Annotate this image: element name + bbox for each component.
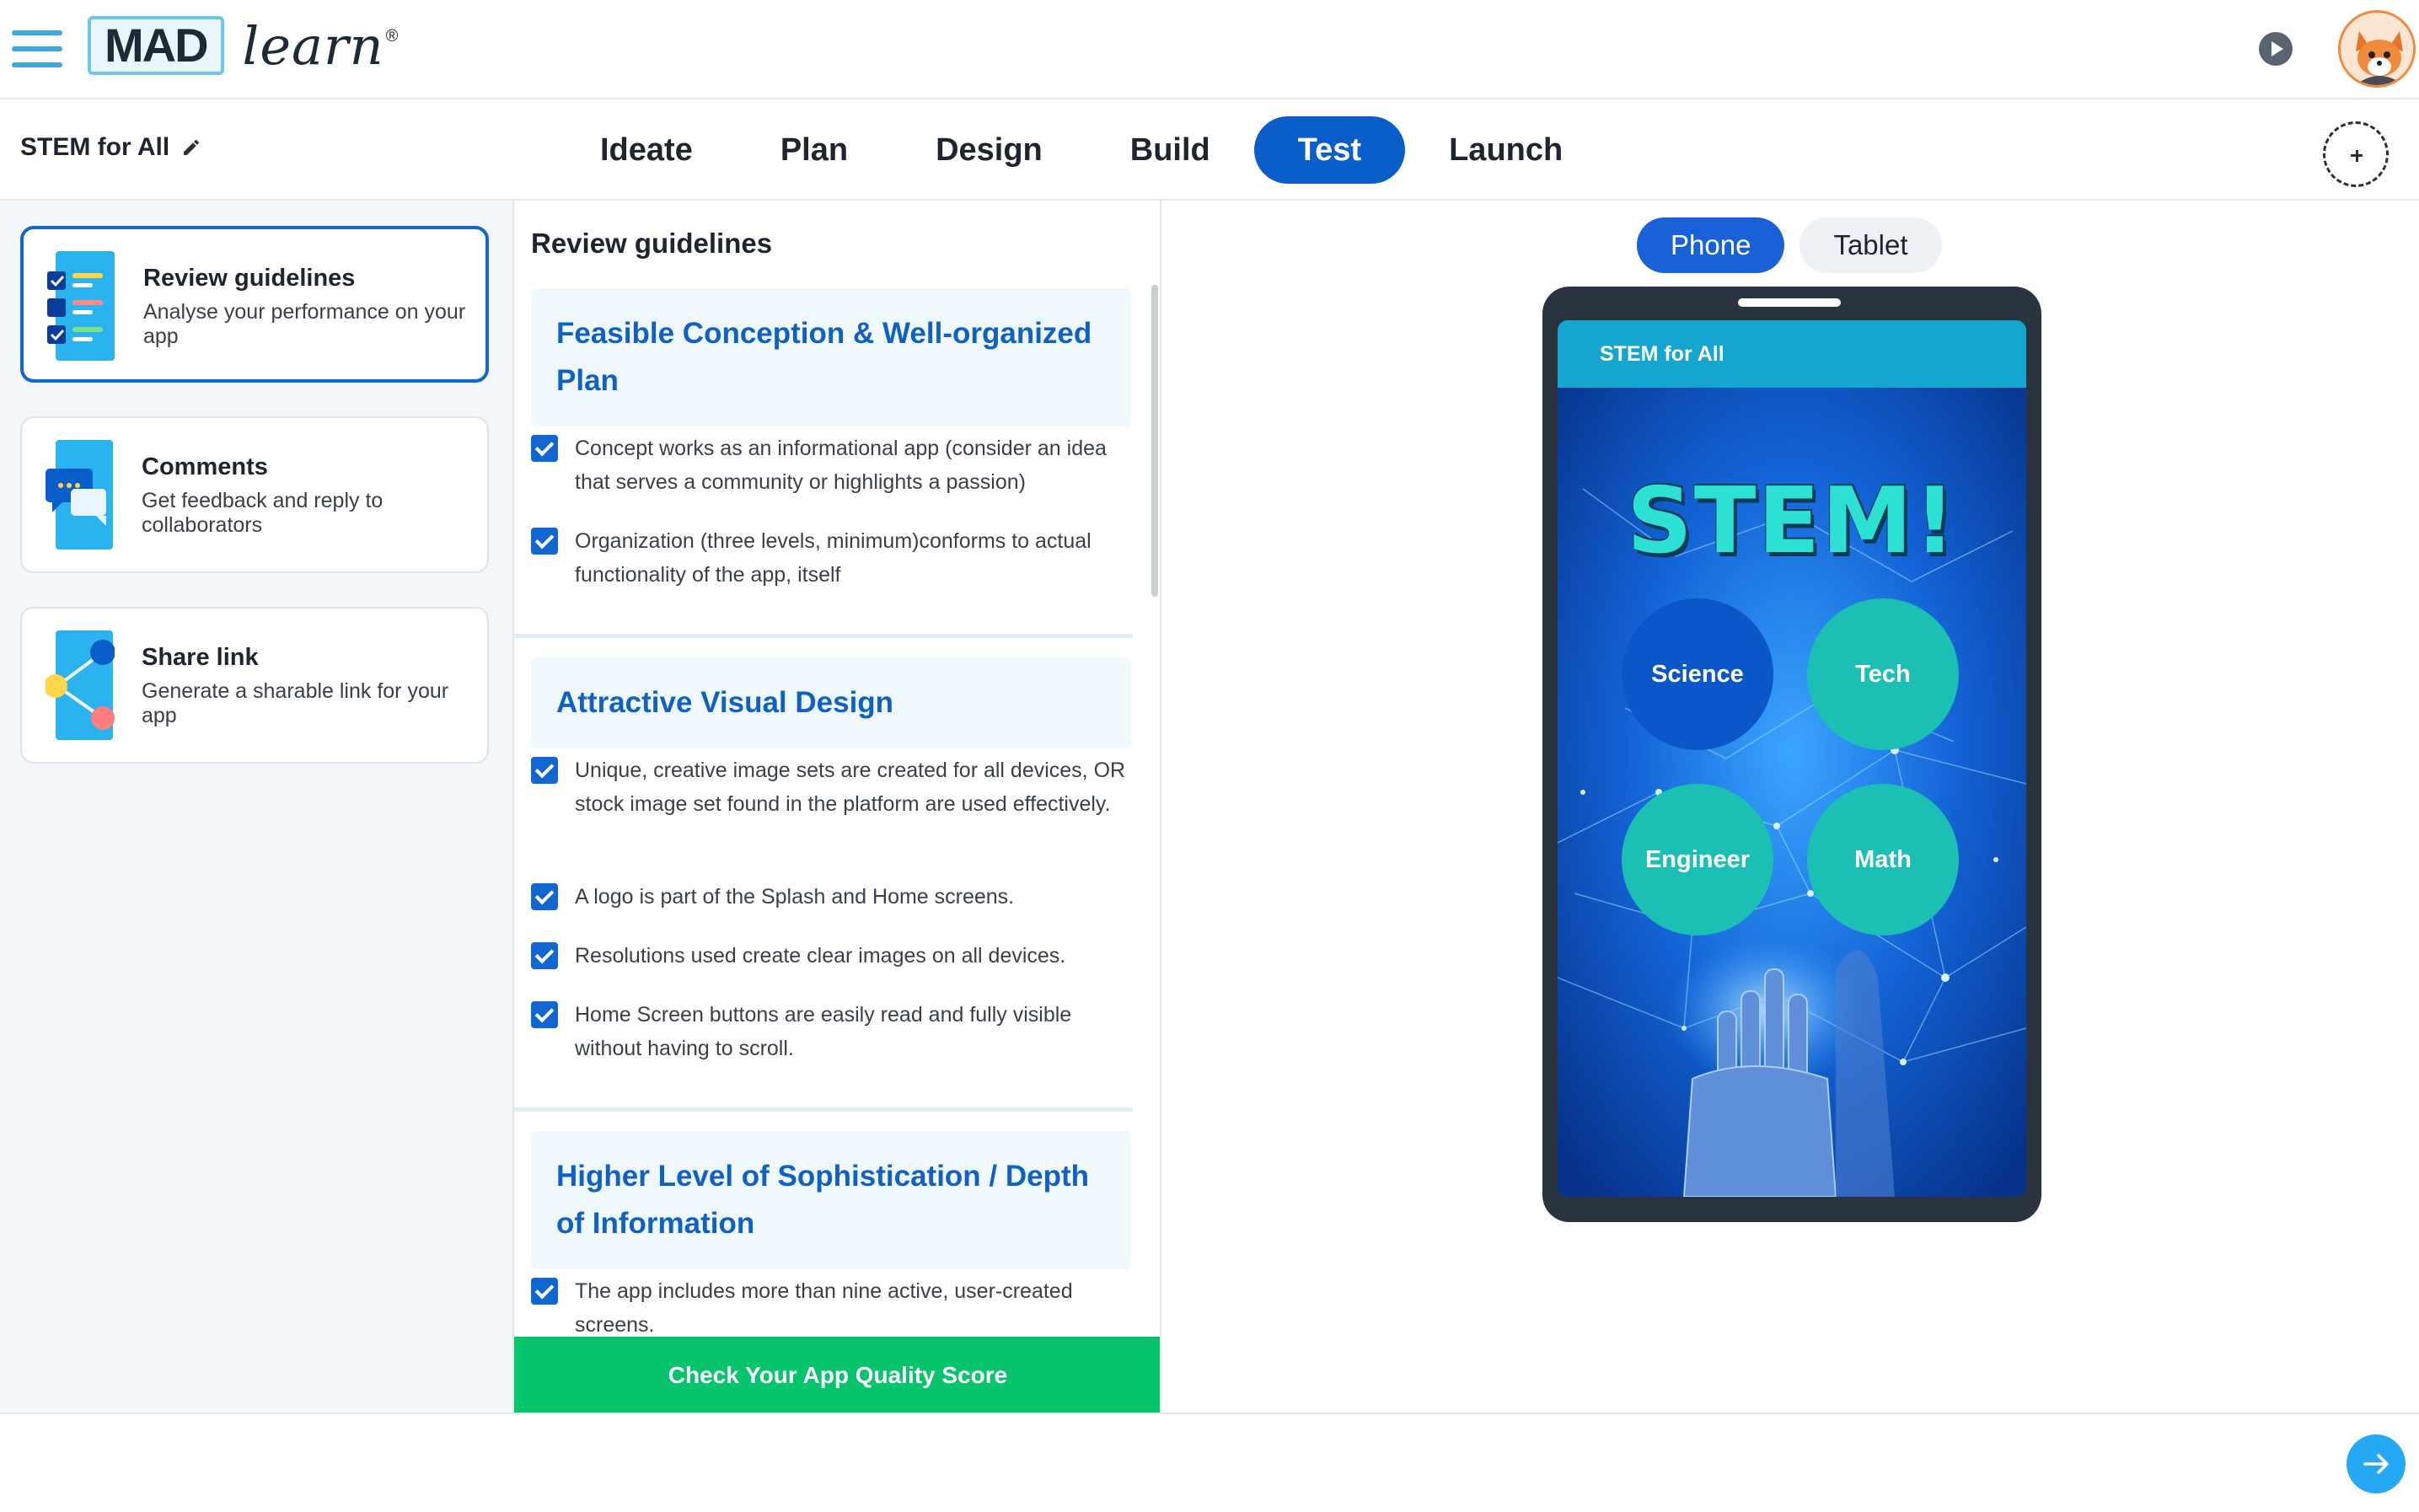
card-title: Review guidelines — [143, 265, 356, 292]
panel-heading: Review guidelines — [531, 228, 773, 259]
app-header: STEM for All — [1558, 320, 2026, 388]
bottom-bar — [0, 1413, 2419, 1512]
section-divider — [514, 634, 1133, 638]
pencil-icon[interactable] — [181, 137, 201, 158]
guidelines-scrollbar[interactable] — [1151, 285, 1158, 597]
arrow-right-icon — [2363, 1454, 2389, 1474]
guideline-item: Organization (three levels, minimum)conf… — [531, 524, 1131, 592]
section-heading: Attractive Visual Design — [531, 657, 1131, 748]
phone-toggle-button[interactable]: Phone — [1637, 217, 1785, 273]
review-guidelines-card[interactable]: Review guidelines Analyse your performan… — [20, 226, 489, 383]
stage-tabs: Ideate Plan Design Build Test Launch — [556, 116, 1606, 184]
phone-speaker — [1738, 298, 1841, 307]
tab-plan[interactable]: Plan — [737, 116, 892, 184]
checkbox-checked[interactable] — [531, 942, 558, 969]
checklist-icon — [47, 251, 115, 361]
guideline-item: Resolutions used create clear images on … — [531, 939, 1131, 973]
stage-bar: STEM for All Ideate Plan Design Build Te… — [0, 99, 2419, 201]
logo-mad-text: MAD — [88, 16, 224, 75]
top-bar: MAD learn ® — [0, 0, 2419, 99]
stem-hero-text: STEM! — [1627, 469, 1957, 574]
card-description: Generate a sharable link for your app — [142, 679, 449, 727]
madlearn-logo[interactable]: MAD learn ® — [88, 14, 399, 77]
section-divider — [514, 1107, 1133, 1112]
guideline-text: A logo is part of the Splash and Home sc… — [575, 885, 1015, 909]
guideline-text: Organization (three levels, minimum)conf… — [575, 529, 1092, 587]
card-title: Comments — [142, 453, 268, 480]
guideline-text: Resolutions used create clear images on … — [575, 944, 1066, 968]
tab-launch[interactable]: Launch — [1405, 116, 1606, 184]
guideline-item: Unique, creative image sets are created … — [531, 753, 1131, 821]
engineer-button[interactable]: Engineer — [1622, 784, 1773, 936]
tab-ideate[interactable]: Ideate — [556, 116, 737, 184]
science-button[interactable]: Science — [1622, 598, 1773, 750]
guideline-text: Unique, creative image sets are created … — [575, 759, 1126, 816]
section-heading: Higher Level of Sophistication / Depth o… — [531, 1131, 1131, 1269]
tab-design[interactable]: Design — [892, 116, 1086, 184]
tablet-toggle-button[interactable]: Tablet — [1800, 217, 1942, 273]
logo-registered-mark: ® — [385, 27, 399, 46]
checkbox-checked[interactable] — [531, 757, 558, 784]
guideline-item: Home Screen buttons are easily read and … — [531, 998, 1131, 1065]
fox-avatar-icon — [2341, 13, 2413, 85]
app-preview: Phone Tablet STEM for All STEM! Science … — [1161, 201, 2419, 1414]
add-collaborator-button[interactable] — [2323, 121, 2389, 187]
share-link-card[interactable]: Share link Generate a sharable link for … — [20, 607, 489, 764]
guideline-item: Concept works as an informational app (c… — [531, 432, 1131, 499]
tools-sidebar: Review guidelines Analyse your performan… — [0, 201, 514, 1414]
guideline-text: Home Screen buttons are easily read and … — [575, 1003, 1072, 1060]
logo-learn-text: learn — [242, 14, 384, 77]
guideline-item: The app includes more than nine active, … — [531, 1274, 1131, 1342]
avatar[interactable] — [2338, 10, 2416, 88]
section-heading: Feasible Conception & Well-organized Pla… — [531, 288, 1131, 426]
share-icon — [46, 630, 115, 740]
guideline-item: A logo is part of the Splash and Home sc… — [531, 880, 1131, 914]
checkbox-checked[interactable] — [531, 528, 558, 555]
tech-button[interactable]: Tech — [1807, 598, 1959, 750]
tab-build[interactable]: Build — [1086, 116, 1254, 184]
card-description: Get feedback and reply to collaborators — [142, 489, 384, 537]
card-title: Share link — [142, 644, 259, 671]
card-description: Analyse your performance on your app — [143, 300, 466, 348]
guidelines-panel: Review guidelines Feasible Conception & … — [514, 201, 1161, 1414]
checkbox-checked[interactable] — [531, 435, 558, 462]
phone-screen: STEM for All STEM! Science Tech Engineer… — [1558, 320, 2026, 1197]
checkbox-checked[interactable] — [531, 1001, 558, 1028]
phone-frame: STEM for All STEM! Science Tech Engineer… — [1542, 287, 2041, 1222]
device-toggle: Phone Tablet — [1637, 217, 1942, 273]
play-icon[interactable] — [2259, 32, 2293, 66]
guideline-text: Concept works as an informational app (c… — [575, 437, 1107, 494]
project-title: STEM for All — [20, 133, 170, 161]
project-title-edit[interactable]: STEM for All — [20, 133, 201, 162]
comments-card[interactable]: Comments Get feedback and reply to colla… — [20, 416, 489, 573]
menu-icon[interactable] — [12, 30, 62, 67]
guideline-text: The app includes more than nine active, … — [575, 1279, 1073, 1337]
checkbox-checked[interactable] — [531, 1278, 558, 1305]
check-quality-score-button[interactable]: Check Your App Quality Score — [514, 1337, 1160, 1414]
math-button[interactable]: Math — [1807, 784, 1959, 936]
chat-icon — [46, 440, 113, 550]
tab-test[interactable]: Test — [1253, 116, 1406, 184]
checkbox-checked[interactable] — [531, 883, 558, 910]
next-button[interactable] — [2347, 1434, 2406, 1493]
